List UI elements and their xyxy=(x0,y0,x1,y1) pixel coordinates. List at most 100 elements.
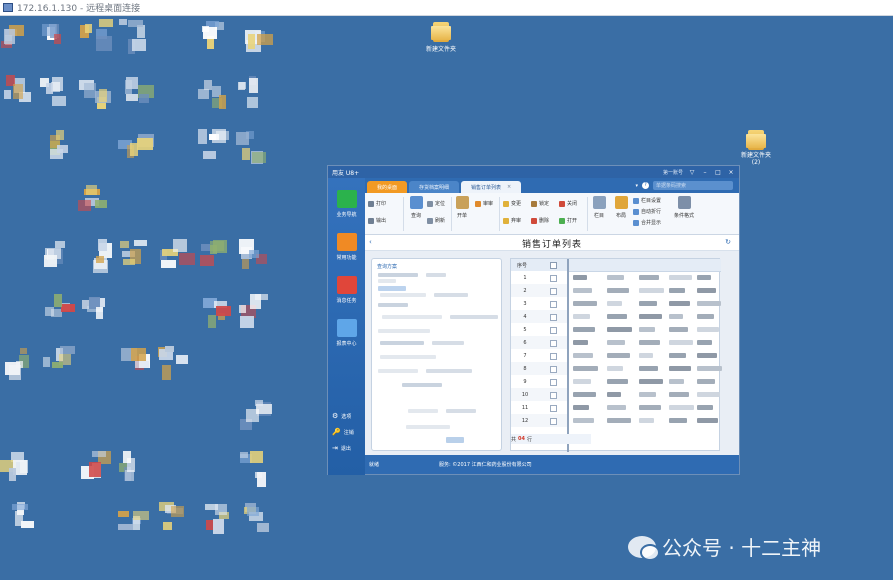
sidebar-item-business-nav[interactable]: 业务导航 xyxy=(328,190,365,218)
grid-column-divider[interactable] xyxy=(567,259,569,452)
pixelated-desktop-icon xyxy=(165,346,174,352)
pixelated-desktop-icon xyxy=(61,304,75,312)
query-button[interactable]: 查询 xyxy=(407,196,425,219)
minimize-icon[interactable]: – xyxy=(701,169,709,176)
grid-cell-pixelated xyxy=(669,301,690,306)
grid-cell-pixelated xyxy=(607,379,628,384)
row-checkbox[interactable] xyxy=(550,379,557,386)
grid-cell-pixelated xyxy=(607,275,624,280)
tab-sales-order-list[interactable]: 销售订单列表 × xyxy=(461,181,522,193)
grid-cell-pixelated xyxy=(669,340,693,345)
row-number: 12 xyxy=(521,418,529,424)
pixelated-desktop-icon xyxy=(96,36,112,51)
row-checkbox[interactable] xyxy=(550,275,557,282)
grid-cell-pixelated xyxy=(639,366,658,371)
row-checkbox[interactable] xyxy=(550,340,557,347)
tab-my-desktop[interactable]: 我的桌面 xyxy=(367,181,408,193)
close-order-icon xyxy=(559,200,565,207)
sidebar-options[interactable]: ⚙ 选项 xyxy=(332,412,351,420)
row-checkbox[interactable] xyxy=(550,418,557,425)
help-icon[interactable]: ? xyxy=(642,182,649,189)
settings-button[interactable]: 栏目 xyxy=(591,196,607,219)
grid-cell-pixelated xyxy=(573,405,589,410)
sidebar-logout[interactable]: 🔑 注销 xyxy=(332,428,354,436)
row-checkbox[interactable] xyxy=(550,392,557,399)
pixelated-desktop-icon xyxy=(213,519,224,534)
wechat-icon xyxy=(628,535,660,561)
locate-button[interactable]: 定位 xyxy=(427,200,445,207)
row-checkbox[interactable] xyxy=(550,405,557,412)
tab-dropdown-icon[interactable]: ▾ xyxy=(635,183,638,189)
close-order-button[interactable]: 关闭 xyxy=(559,200,577,207)
refresh-button[interactable]: 刷新 xyxy=(427,217,445,224)
refresh-icon[interactable]: ↻ xyxy=(725,238,731,246)
condition-format-button[interactable]: 条件格式 xyxy=(671,196,697,219)
pixelated-desktop-icon xyxy=(255,294,268,300)
print-button[interactable]: 打印 xyxy=(368,200,386,207)
export-button[interactable]: 输出 xyxy=(368,217,386,224)
pixelated-desktop-icon xyxy=(89,462,101,477)
row-checkbox[interactable] xyxy=(550,314,557,321)
layout-button[interactable]: 布局 xyxy=(613,196,629,219)
pixelated-desktop-icon xyxy=(247,97,258,108)
user-account[interactable]: 第一账号 xyxy=(663,169,683,176)
pixelated-desktop-icon xyxy=(43,357,50,367)
query-field-pixelated xyxy=(380,355,436,359)
pixelated-desktop-icon xyxy=(57,145,68,153)
pixelated-desktop-icon xyxy=(131,348,146,361)
delete-button[interactable]: 删除 xyxy=(531,217,549,224)
column-setting-button[interactable]: 栏目设置 xyxy=(633,197,661,204)
pixelated-desktop-icon xyxy=(54,34,61,44)
row-checkbox[interactable] xyxy=(550,288,557,295)
new-bill-button[interactable]: 开单 xyxy=(454,196,470,219)
query-field-pixelated xyxy=(378,329,430,333)
row-checkbox[interactable] xyxy=(550,327,557,334)
columns-icon xyxy=(633,197,639,204)
row-count-prefix: 共 xyxy=(511,436,517,443)
unapprove-button[interactable]: 弃审 xyxy=(503,217,521,224)
auto-fold-button[interactable]: 自动折行 xyxy=(633,208,661,215)
pixelated-desktop-icon xyxy=(179,253,195,265)
tab-close-icon[interactable]: × xyxy=(507,184,511,190)
desktop-folder-new[interactable]: 新建文件夹 xyxy=(421,22,461,53)
search-input[interactable] xyxy=(653,181,733,190)
select-all-checkbox[interactable] xyxy=(550,262,557,269)
query-field-pixelated xyxy=(378,303,408,307)
merge-show-button[interactable]: 合并显示 xyxy=(633,219,661,226)
sidebar-item-message-tasks[interactable]: 消息任务 xyxy=(328,276,365,304)
sidebar-item-report-center[interactable]: 报表中心 xyxy=(328,319,365,347)
grid-cell-pixelated xyxy=(697,392,720,397)
pixelated-desktop-icon xyxy=(99,19,113,27)
grid-cell-pixelated xyxy=(669,353,686,358)
query-field-pixelated xyxy=(380,293,426,297)
tab-inventory-detail[interactable]: 存货档案明细 xyxy=(409,181,460,193)
close-icon[interactable]: × xyxy=(727,169,735,176)
change-button[interactable]: 变更 xyxy=(503,200,521,207)
pixelated-desktop-icon xyxy=(257,472,266,487)
grid-cell-pixelated xyxy=(607,314,627,319)
grid-cell-pixelated xyxy=(573,353,593,358)
button-label: 输出 xyxy=(376,218,387,224)
grid-cell-pixelated xyxy=(573,418,594,423)
query-scheme-selected[interactable] xyxy=(378,286,406,291)
desktop-folder-new-2[interactable]: 新建文件夹 (2) xyxy=(734,130,778,166)
menu-icon[interactable]: ▽ xyxy=(688,169,696,176)
lock-button[interactable]: 锁定 xyxy=(531,200,549,207)
query-field-pixelated xyxy=(446,409,476,413)
tab-label: 销售订单列表 xyxy=(471,184,502,191)
pixelated-desktop-icon xyxy=(118,524,133,530)
pixelated-desktop-icon xyxy=(249,250,259,258)
sidebar-exit[interactable]: ⇥ 退出 xyxy=(332,444,351,452)
query-button-pixelated[interactable] xyxy=(446,437,464,443)
row-checkbox[interactable] xyxy=(550,366,557,373)
query-field-pixelated xyxy=(402,383,442,387)
open-order-button[interactable]: 打开 xyxy=(559,217,577,224)
pixelated-desktop-icon xyxy=(20,348,27,354)
pixelated-desktop-icon xyxy=(52,362,63,368)
sidebar-item-common-functions[interactable]: 常用功能 xyxy=(328,233,365,261)
row-checkbox[interactable] xyxy=(550,353,557,360)
maximize-icon[interactable]: □ xyxy=(714,169,722,176)
approve-button[interactable]: 审审 xyxy=(475,200,493,207)
row-checkbox[interactable] xyxy=(550,301,557,308)
sidebar-item-label: 业务导航 xyxy=(336,212,357,218)
